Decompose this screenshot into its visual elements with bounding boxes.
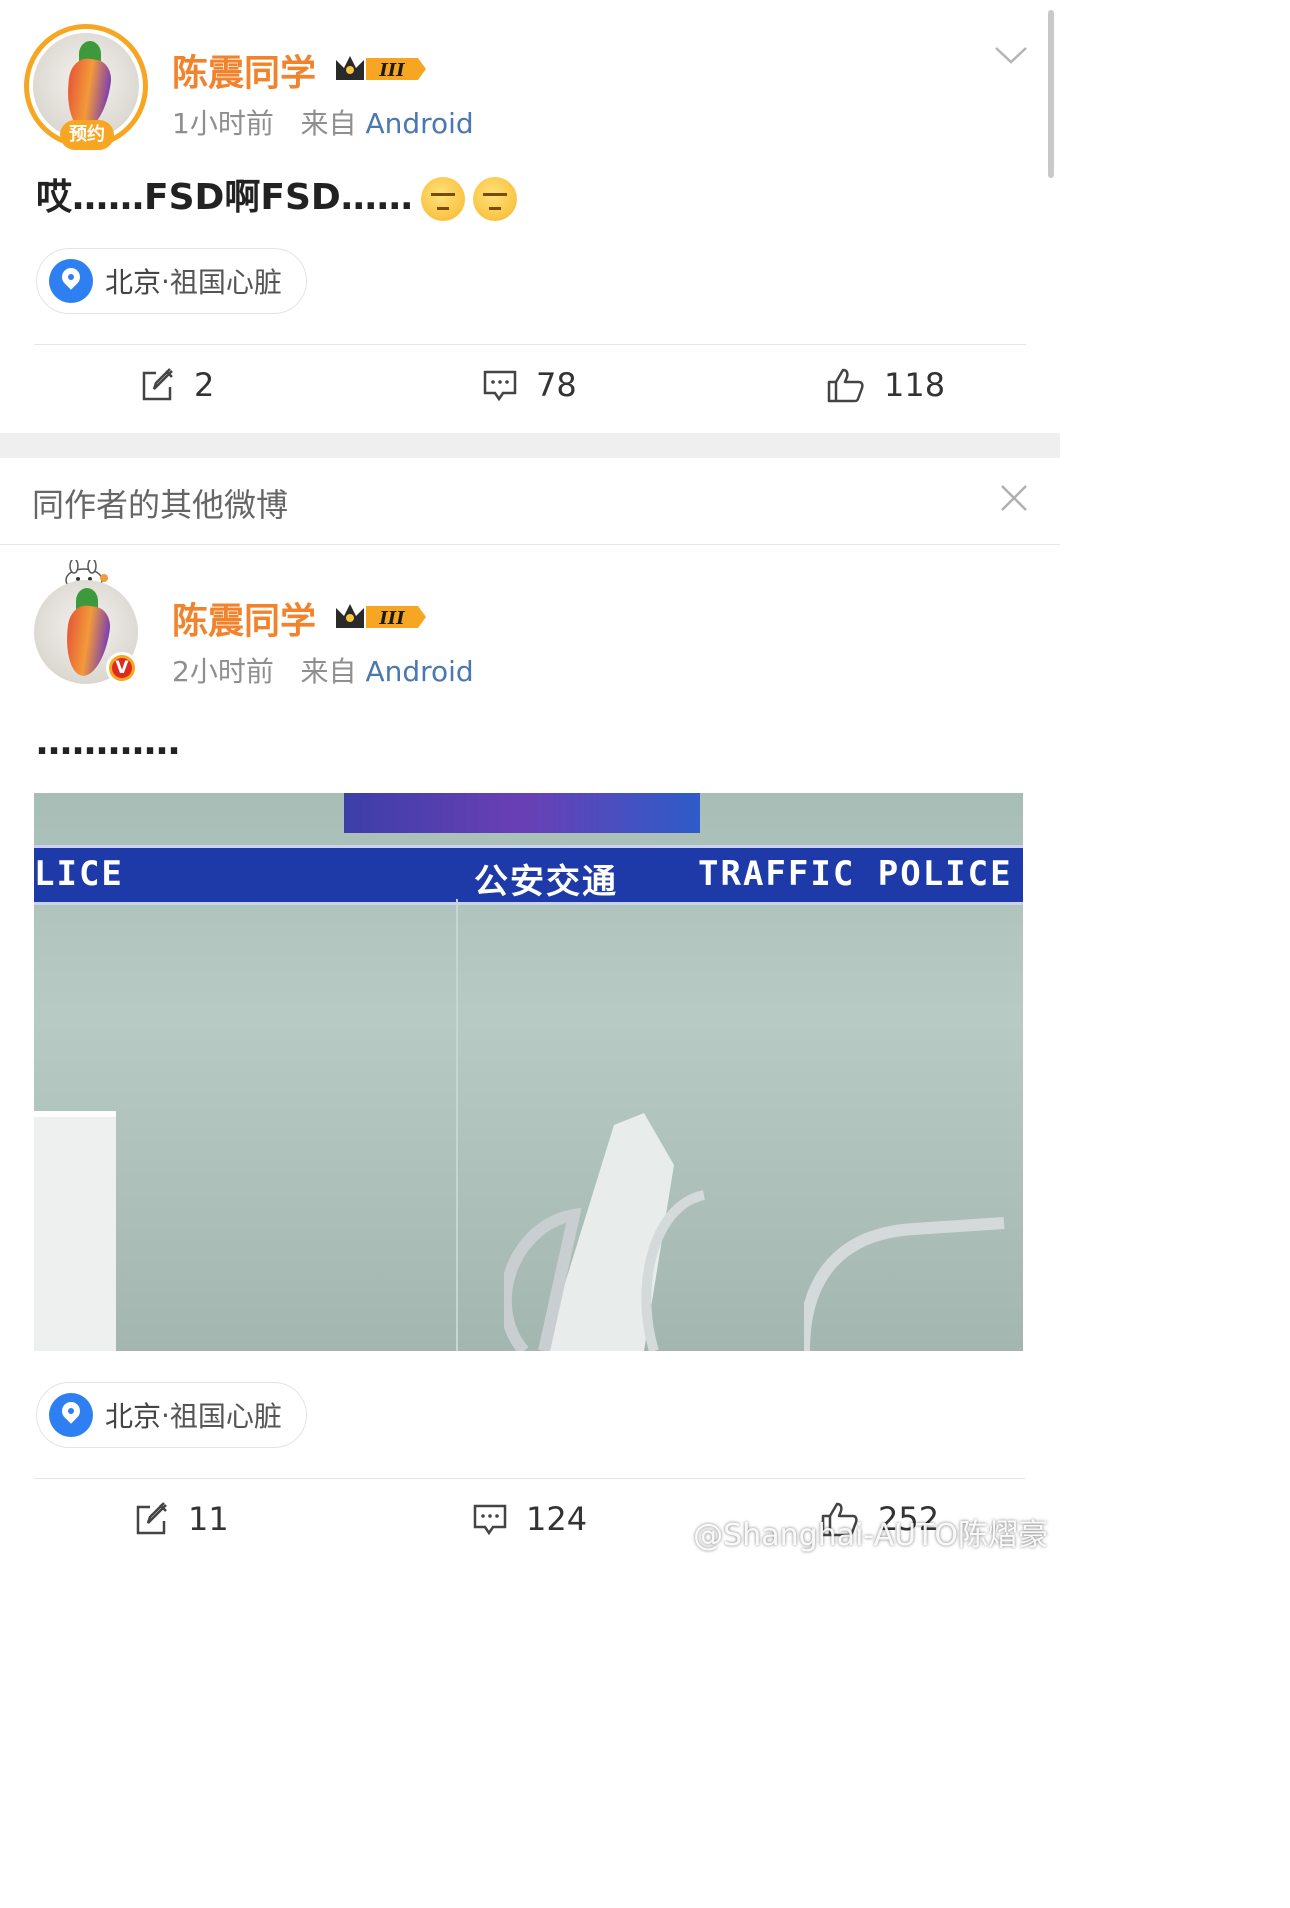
post-time: 2小时前	[172, 655, 274, 688]
comment-button[interactable]: 78	[482, 366, 577, 404]
divider	[34, 344, 1026, 345]
close-icon[interactable]	[996, 480, 1032, 516]
post-text: 哎……FSD啊FSD……	[36, 168, 517, 221]
comment-count: 78	[536, 366, 577, 404]
recommend-header: 同作者的其他微博	[0, 458, 1060, 545]
emoji-icon	[472, 177, 517, 221]
post-text-content: 哎……FSD啊FSD……	[36, 177, 413, 218]
post-meta: 2小时前 来自 Android	[172, 650, 474, 690]
like-button[interactable]: 118	[826, 366, 945, 404]
svg-text:III: III	[378, 60, 405, 81]
svg-text:III: III	[378, 608, 405, 629]
section-gap	[0, 433, 1060, 458]
chevron-down-icon[interactable]	[994, 44, 1028, 66]
location-icon	[49, 1393, 93, 1437]
photo-sign-right: TRAFFIC POLICE	[698, 854, 1013, 894]
photo-sign-left: LICE	[34, 854, 124, 894]
from-label: 来自	[300, 107, 357, 140]
location-separator: ·	[161, 1398, 170, 1432]
glass-seam	[456, 899, 458, 1351]
photo-sign-center: 公安交通	[474, 862, 618, 902]
from-label: 来自	[300, 655, 357, 688]
watermark: @Shanghai-AUTO陈熠豪	[693, 1518, 1048, 1553]
repost-icon	[142, 368, 173, 401]
comment-icon	[483, 370, 517, 402]
repost-icon	[136, 1502, 167, 1535]
like-count: 118	[884, 366, 946, 404]
post-card-1: 预约 陈震同学 III 1小时前 来自 Android 哎……FSD啊FSD………	[0, 0, 1060, 433]
location-tag[interactable]: 北京 · 祖国心脏	[36, 248, 307, 314]
post-source[interactable]: Android	[365, 655, 473, 688]
scrollbar[interactable]	[1048, 10, 1054, 178]
avatar[interactable]: V	[34, 560, 138, 684]
chair-illustration	[804, 1217, 1005, 1351]
emoji-icon	[420, 177, 465, 221]
repost-count: 11	[188, 1500, 229, 1538]
divider	[34, 1478, 1026, 1479]
action-bar: 2 78 118	[0, 352, 1060, 422]
photo-sign-stripe: LICE 公安交通 TRAFFIC POLICE	[34, 845, 1023, 905]
post-meta: 1小时前 来自 Android	[172, 102, 474, 142]
photo-banner	[344, 793, 700, 833]
post-text: …………	[36, 722, 180, 763]
location-place: 祖国心脏	[169, 1400, 282, 1433]
repost-count: 2	[194, 366, 215, 404]
author-name[interactable]: 陈震同学	[172, 592, 316, 644]
location-city: 北京	[105, 266, 162, 299]
comment-count: 124	[526, 1500, 588, 1538]
repost-button[interactable]: 11	[134, 1500, 229, 1538]
post-photo[interactable]: LICE 公安交通 TRAFFIC POLICE	[34, 793, 1023, 1351]
reserve-badge: 预约	[60, 120, 114, 150]
location-city: 北京	[105, 1400, 162, 1433]
crown-icon: III	[336, 604, 426, 629]
repost-button[interactable]: 2	[140, 366, 214, 404]
desk	[34, 1111, 116, 1351]
location-icon	[49, 259, 93, 303]
recommend-title: 同作者的其他微博	[32, 486, 289, 524]
comment-button[interactable]: 124	[472, 1500, 587, 1538]
verified-badge: V	[106, 652, 138, 684]
comment-icon	[473, 1504, 507, 1536]
avatar[interactable]: 预约	[24, 24, 148, 150]
post-time: 1小时前	[172, 107, 274, 140]
location-tag[interactable]: 北京 · 祖国心脏	[36, 1382, 307, 1448]
location-place: 祖国心脏	[169, 266, 282, 299]
post-source[interactable]: Android	[365, 107, 473, 140]
chair-illustration	[504, 1113, 706, 1351]
crown-icon: III	[336, 56, 426, 81]
author-name[interactable]: 陈震同学	[172, 44, 316, 96]
like-icon	[827, 368, 864, 403]
location-separator: ·	[161, 264, 170, 298]
